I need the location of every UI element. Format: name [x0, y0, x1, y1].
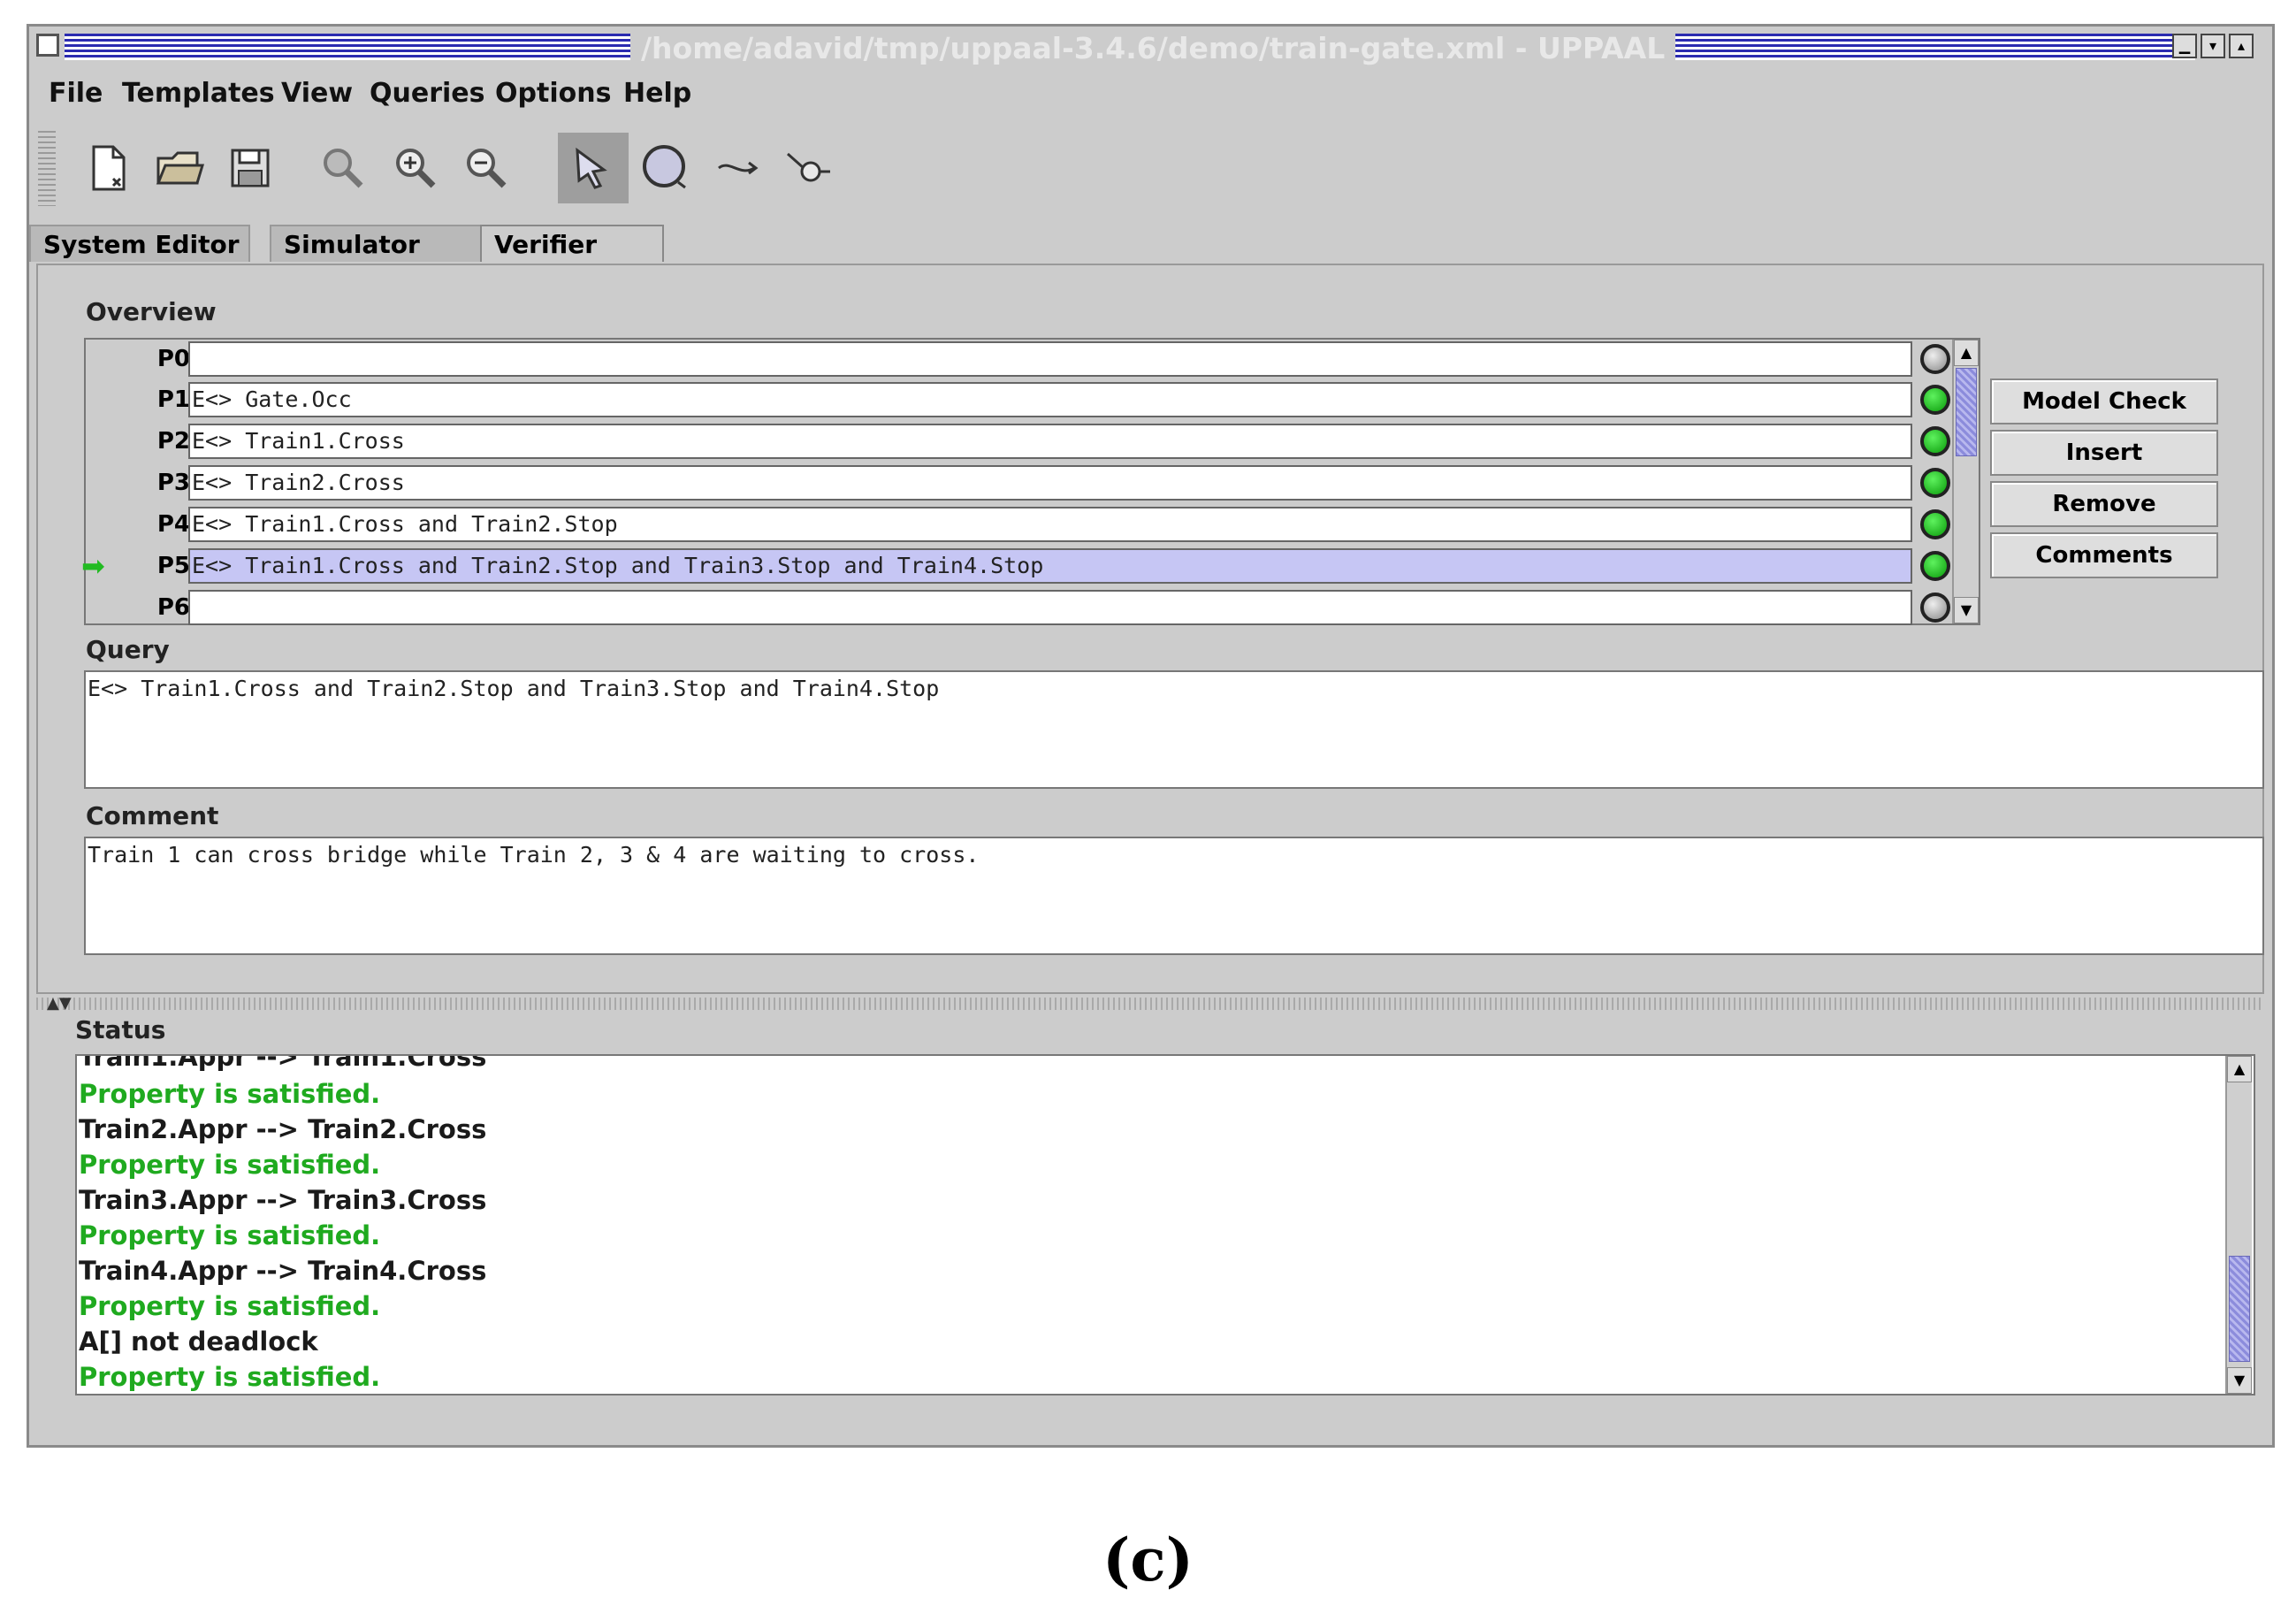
comments-button[interactable]: Comments [1990, 532, 2218, 578]
verifier-panel: Overview P0 P1 E<> Gate.Occ P2 E<> Train… [36, 264, 2264, 994]
query-field[interactable]: E<> Gate.Occ [188, 382, 1912, 417]
zoom-icon[interactable] [308, 133, 378, 203]
comment-label: Comment [86, 801, 219, 830]
query-row-p1[interactable]: P1 E<> Gate.Occ [86, 380, 1950, 419]
status-green-led-icon [1920, 551, 1950, 581]
menu-options[interactable]: Options [495, 78, 611, 109]
new-document-icon[interactable] [73, 133, 144, 203]
menu-templates[interactable]: Templates [122, 78, 275, 109]
status-line: Train2.Appr --> Train2.Cross [79, 1114, 487, 1144]
close-icon[interactable]: ▴ [2229, 34, 2254, 58]
menu-file[interactable]: File [49, 78, 103, 109]
tab-label: System Editor [43, 230, 240, 259]
query-field[interactable]: E<> Train2.Cross [188, 465, 1912, 501]
status-grey-led-icon [1920, 344, 1950, 374]
menu-queries[interactable]: Queries [370, 78, 485, 109]
comment-textarea[interactable]: Train 1 can cross bridge while Train 2, … [84, 837, 2264, 955]
scroll-up-icon[interactable]: ▲ [1954, 340, 1979, 366]
insert-button[interactable]: Insert [1990, 430, 2218, 476]
query-overview-list: P0 P1 E<> Gate.Occ P2 E<> Train1.Cross P… [81, 338, 1980, 627]
status-scrollbar[interactable]: ▲ ▼ [2225, 1056, 2252, 1394]
query-field[interactable] [188, 341, 1912, 377]
minimize-icon[interactable]: ▁ [2172, 34, 2197, 58]
tab-verifier[interactable]: Verifier [480, 225, 664, 262]
maximize-icon[interactable]: ▾ [2201, 34, 2225, 58]
query-textarea[interactable]: E<> Train1.Cross and Train2.Stop and Tra… [84, 670, 2264, 789]
select-tool-icon[interactable] [558, 133, 629, 203]
splitter-arrows-icon[interactable]: ▲▼ [47, 994, 72, 1013]
tab-simulator[interactable]: Simulator [270, 225, 501, 262]
status-line: A[] not deadlock [79, 1327, 318, 1357]
menu-bar: File Templates View Queries Options Help [29, 71, 2272, 119]
status-line-satisfied: Property is satisfied. [79, 1362, 381, 1392]
status-label: Status [75, 1015, 166, 1044]
query-field-selected[interactable]: E<> Train1.Cross and Train2.Stop and Tra… [188, 548, 1912, 584]
edge-tool-icon[interactable] [703, 133, 774, 203]
query-row-p5[interactable]: ➡ P5 E<> Train1.Cross and Train2.Stop an… [81, 547, 1950, 585]
status-log[interactable]: Train1.Appr --> Train1.Cross Property is… [75, 1054, 2255, 1395]
tab-bar: System Editor Simulator Verifier [29, 221, 2272, 264]
query-id: P6 [156, 594, 190, 621]
query-id: P3 [156, 470, 190, 496]
save-icon[interactable] [215, 133, 286, 203]
scroll-up-icon[interactable]: ▲ [2227, 1056, 2252, 1082]
query-row-p6[interactable]: P6 [86, 588, 1950, 627]
tab-label: Simulator [284, 230, 420, 259]
status-line: Train3.Appr --> Train3.Cross [79, 1185, 487, 1215]
window-title: /home/adavid/tmp/uppaal-3.4.6/demo/train… [630, 31, 1676, 65]
query-id: P2 [156, 428, 190, 455]
query-id: P0 [156, 346, 190, 372]
tab-label: Verifier [494, 230, 598, 259]
toolbar [29, 122, 2272, 219]
query-row-p0[interactable]: P0 [86, 340, 1950, 378]
menu-help[interactable]: Help [623, 78, 691, 109]
figure-caption: (c) [1102, 1525, 1194, 1594]
status-line-satisfied: Property is satisfied. [79, 1150, 381, 1180]
split-pane-divider[interactable] [36, 998, 2264, 1010]
query-label: Query [86, 635, 170, 664]
open-folder-icon[interactable] [144, 133, 215, 203]
zoom-out-icon[interactable] [451, 133, 522, 203]
scroll-down-icon[interactable]: ▼ [1954, 597, 1979, 623]
query-id: P5 [156, 553, 190, 579]
toolbar-grip[interactable] [38, 131, 56, 206]
remove-button[interactable]: Remove [1990, 481, 2218, 527]
status-green-led-icon [1920, 385, 1950, 415]
overview-scrollbar[interactable]: ▲ ▼ [1952, 340, 1979, 623]
model-check-button[interactable]: Model Check [1990, 378, 2218, 424]
location-tool-icon[interactable] [630, 133, 701, 203]
status-line-satisfied: Property is satisfied. [79, 1291, 381, 1321]
query-id: P4 [156, 511, 190, 538]
status-green-led-icon [1920, 509, 1950, 539]
status-line: Train4.Appr --> Train4.Cross [79, 1256, 487, 1286]
status-grey-led-icon [1920, 593, 1950, 623]
window-menu-icon[interactable] [36, 34, 59, 57]
scroll-thumb[interactable] [2229, 1256, 2250, 1362]
tab-system-editor[interactable]: System Editor [29, 225, 250, 262]
nail-tool-icon[interactable] [772, 133, 843, 203]
zoom-in-icon[interactable] [380, 133, 451, 203]
uppaal-window: /home/adavid/tmp/uppaal-3.4.6/demo/train… [27, 24, 2275, 1448]
title-bar[interactable]: /home/adavid/tmp/uppaal-3.4.6/demo/train… [29, 27, 2272, 69]
overview-label: Overview [86, 297, 217, 326]
status-line: Train1.Appr --> Train1.Cross [79, 1054, 487, 1072]
scroll-down-icon[interactable]: ▼ [2227, 1367, 2252, 1394]
scroll-thumb[interactable] [1956, 368, 1977, 456]
query-field[interactable]: E<> Train1.Cross and Train2.Stop [188, 507, 1912, 542]
query-row-p3[interactable]: P3 E<> Train2.Cross [86, 463, 1950, 502]
status-line-satisfied: Property is satisfied. [79, 1220, 381, 1250]
current-query-arrow-icon: ➡ [81, 549, 105, 583]
status-green-led-icon [1920, 468, 1950, 498]
menu-view[interactable]: View [281, 78, 353, 109]
query-row-p4[interactable]: P4 E<> Train1.Cross and Train2.Stop [86, 505, 1950, 544]
status-line-satisfied: Property is satisfied. [79, 1079, 381, 1109]
query-id: P1 [156, 386, 190, 413]
query-row-p2[interactable]: P2 E<> Train1.Cross [86, 422, 1950, 461]
query-field[interactable]: E<> Train1.Cross [188, 424, 1912, 459]
query-field[interactable] [188, 590, 1912, 625]
status-green-led-icon [1920, 426, 1950, 456]
